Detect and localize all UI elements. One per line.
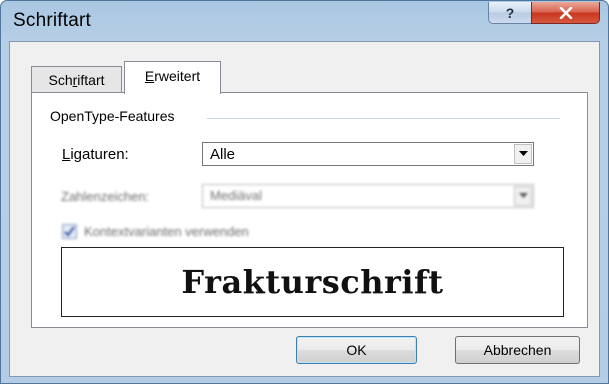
ligaturen-label: Ligaturen: (62, 146, 129, 163)
kontextvarianten-label: Kontextvarianten verwenden (84, 224, 249, 239)
zahlenzeichen-label: Zahlenzeichen: (61, 189, 150, 204)
title-bar[interactable]: Schriftart ? (1, 1, 608, 41)
svg-text:?: ? (506, 5, 515, 21)
tab-panel-erweitert: OpenType-Features Ligaturen: Alle Zahlen… (31, 92, 588, 328)
help-button[interactable]: ? (488, 2, 532, 24)
zahlenzeichen-select[interactable]: Mediäval (202, 184, 534, 208)
dialog-window: Schriftart ? Schriftart Erweitert OpenTy… (0, 0, 609, 384)
ligaturen-select[interactable]: Alle (202, 142, 534, 166)
cancel-button[interactable]: Abbrechen (455, 336, 580, 364)
ok-button[interactable]: OK (296, 336, 417, 364)
dialog-client-area: Schriftart Erweitert OpenType-Features L… (9, 41, 600, 377)
window-title: Schriftart (13, 10, 92, 31)
checkmark-icon (64, 226, 75, 237)
chevron-down-icon (518, 193, 528, 198)
font-preview-box: Frakturschrift (61, 247, 564, 317)
ligaturen-dropdown-button[interactable] (514, 144, 532, 164)
chevron-down-icon (518, 151, 528, 156)
help-icon: ? (506, 5, 515, 21)
tab-erweitert-label: Erweitert (144, 68, 201, 84)
font-preview-text: Frakturschrift (181, 263, 444, 301)
close-icon (559, 6, 572, 19)
zahlenzeichen-value: Mediäval (210, 188, 263, 203)
tab-schriftart-label: Schriftart (48, 72, 105, 88)
close-button[interactable] (531, 2, 600, 24)
group-divider (207, 118, 560, 119)
opentype-group-label: OpenType-Features (50, 108, 175, 124)
kontextvarianten-checkbox[interactable] (62, 224, 77, 239)
zahlenzeichen-dropdown-button[interactable] (514, 186, 532, 206)
ligaturen-value: Alle (210, 146, 236, 163)
tab-erweitert[interactable]: Erweitert (124, 61, 221, 94)
tab-schriftart[interactable]: Schriftart (31, 66, 122, 92)
